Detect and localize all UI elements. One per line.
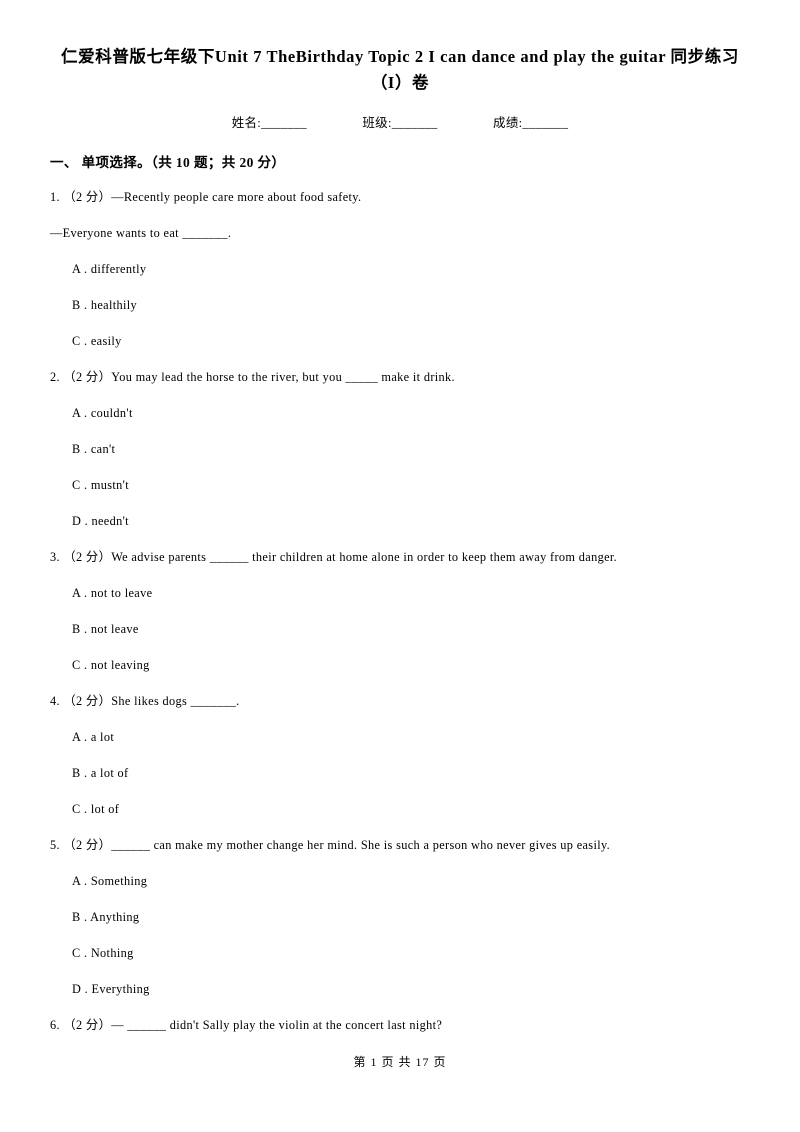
student-info-line: 姓名:_______ 班级:_______ 成绩:_______ <box>50 112 750 131</box>
question-option: C . easily <box>72 334 122 348</box>
question-option: C . not leaving <box>72 658 150 672</box>
question-option: A . not to leave <box>72 586 153 600</box>
question-stem: 5. （2 分）______ can make my mother change… <box>50 838 611 852</box>
student-name-field: 姓名:_______ <box>231 116 307 130</box>
question-option: B . not leave <box>72 622 139 636</box>
section-heading: 一、 单项选择。（共 10 题；共 20 分） <box>50 155 286 170</box>
page-title: 仁爱科普版七年级下Unit 7 TheBirthday Topic 2 I ca… <box>61 47 739 92</box>
question-option: D . needn't <box>72 514 129 528</box>
student-score-field: 成绩:_______ <box>493 116 569 130</box>
page-footer: 第 1 页 共 17 页 <box>353 1055 447 1069</box>
question-stem: 2. （2 分）You may lead the horse to the ri… <box>50 370 455 384</box>
question-option: B . a lot of <box>72 766 129 780</box>
question-option: B . healthily <box>72 298 138 312</box>
question-option: B . Anything <box>72 910 140 924</box>
question-stem: 3. （2 分）We advise parents ______ their c… <box>50 550 618 564</box>
question-option: A . differently <box>72 262 147 276</box>
question-option: D . Everything <box>72 982 150 996</box>
student-class-field: 班级:_______ <box>362 116 438 130</box>
question-option: C . Nothing <box>72 946 134 960</box>
question-option: A . Something <box>72 874 148 888</box>
question-option: C . mustn't <box>72 478 129 492</box>
document-page: 仁爱科普版七年级下Unit 7 TheBirthday Topic 2 I ca… <box>0 0 800 1132</box>
question-stem: 1. （2 分）—Recently people care more about… <box>50 190 362 204</box>
question-option: A . a lot <box>72 730 115 744</box>
question-stem: 4. （2 分）She likes dogs _______. <box>50 694 240 708</box>
question-stem: 6. （2 分）— ______ didn't Sally play the v… <box>50 1018 443 1032</box>
question-stem-continued: —Everyone wants to eat _______. <box>50 226 232 240</box>
question-option: A . couldn't <box>72 406 133 420</box>
question-option: C . lot of <box>72 802 120 816</box>
question-option: B . can't <box>72 442 116 456</box>
